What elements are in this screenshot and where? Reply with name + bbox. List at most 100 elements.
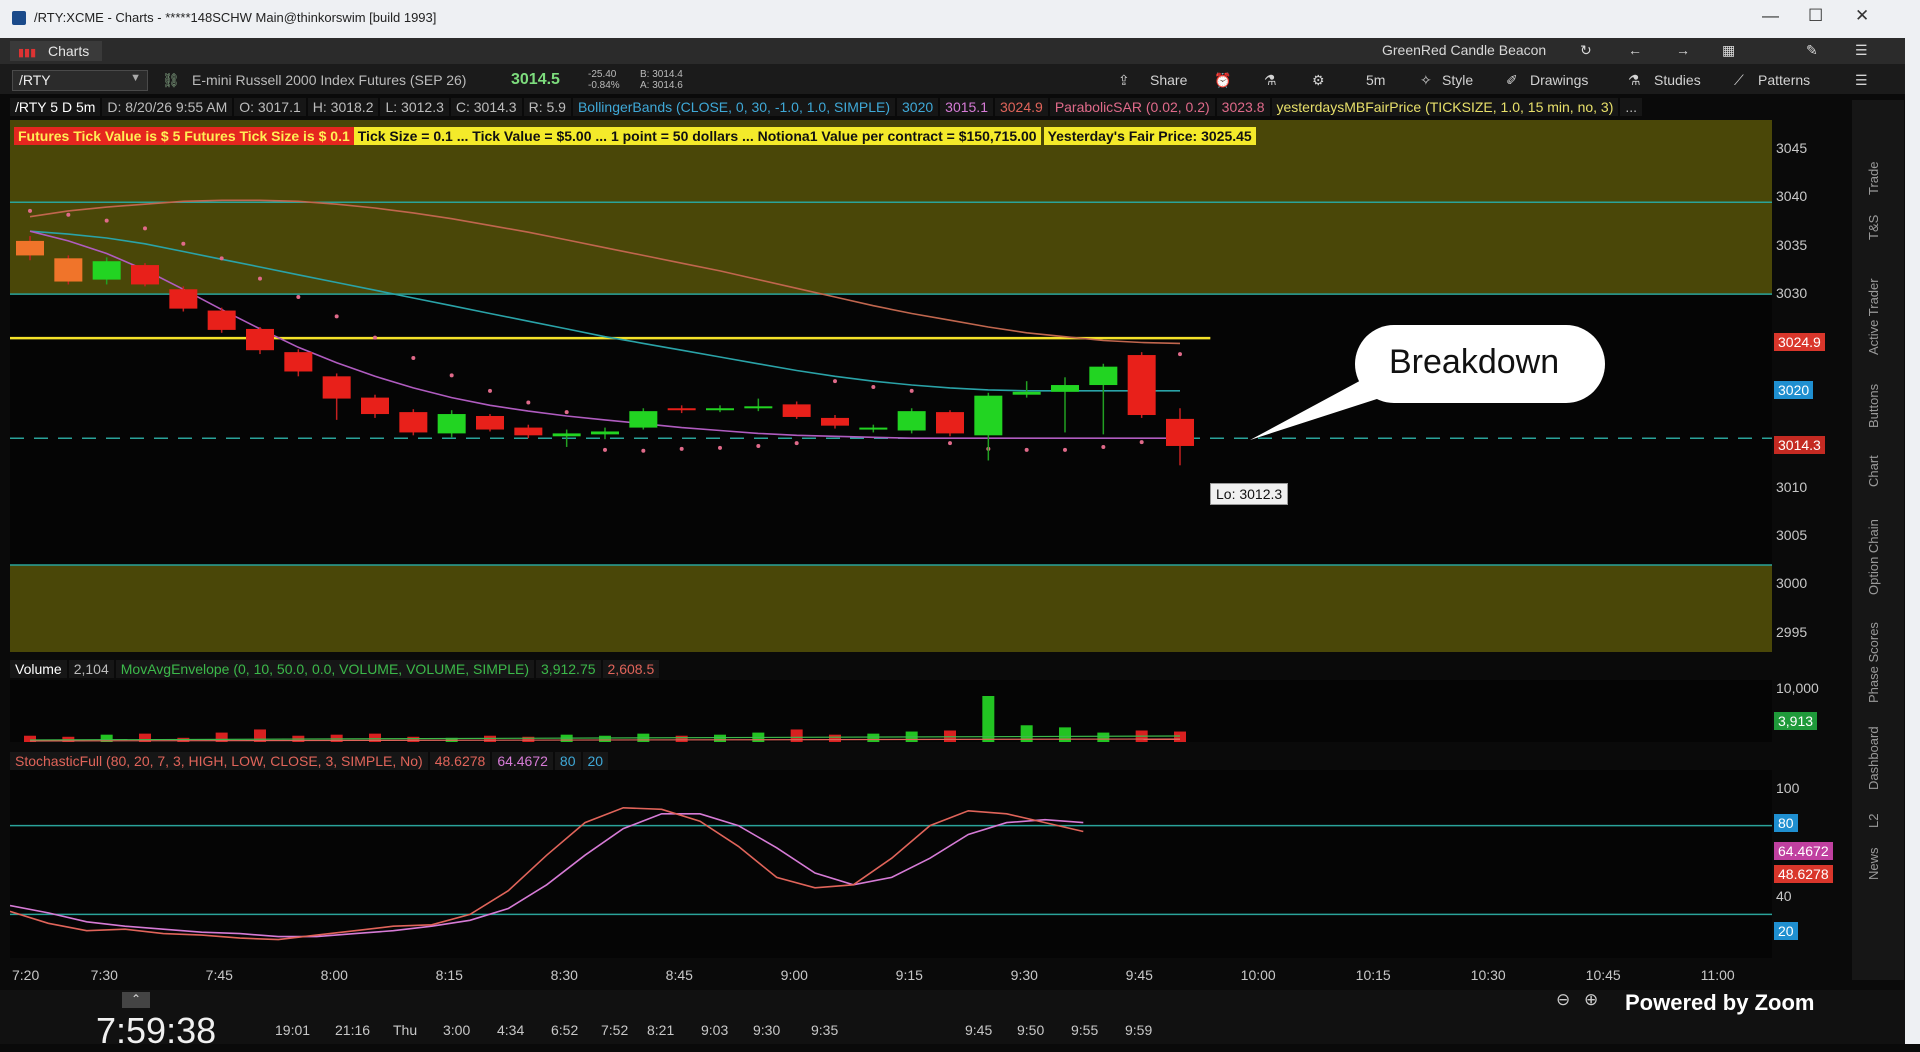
- candle-body: [54, 258, 83, 282]
- minimize-icon[interactable]: —: [1762, 6, 1779, 26]
- time-axis-label: 9:15: [895, 967, 923, 983]
- time-axis-label: 8:00: [320, 967, 348, 983]
- side-tab[interactable]: Option Chain: [1866, 519, 1881, 595]
- side-tab[interactable]: Active Trader: [1866, 278, 1881, 355]
- share-icon[interactable]: ⇪: [1118, 72, 1130, 89]
- timeline-label: 9:30: [753, 1022, 781, 1038]
- stoch-axis-label: 100: [1776, 780, 1800, 796]
- zoom-out-icon[interactable]: ⊖: [1556, 990, 1570, 1010]
- instrument-description: E-mini Russell 2000 Index Futures (SEP 2…: [192, 72, 467, 88]
- candle-body: [936, 412, 964, 434]
- stochastic-chart[interactable]: [10, 770, 1772, 958]
- beacon-label[interactable]: GreenRed Candle Beacon: [1382, 42, 1546, 58]
- time-axis: 7:20 7:30 7:45 8:00 8:15 8:30 8:45 9:00 9:15 9:30…: [10, 960, 1772, 988]
- header-cell: H: 3018.2: [307, 98, 379, 116]
- zoom-in-icon[interactable]: ⊕: [1584, 990, 1598, 1010]
- net-change: -25.40: [588, 69, 617, 80]
- time-axis-label: 7:30: [90, 967, 118, 983]
- candle-body: [706, 408, 734, 411]
- menu-icon[interactable]: ☰: [1855, 42, 1868, 59]
- style-icon[interactable]: ✧: [1420, 72, 1432, 89]
- side-tab[interactable]: T&S: [1866, 215, 1881, 240]
- candle-body: [246, 328, 274, 351]
- maximize-icon[interactable]: ☐: [1808, 6, 1823, 26]
- side-tab[interactable]: Trade: [1866, 162, 1881, 195]
- close-icon[interactable]: ✕: [1855, 6, 1869, 26]
- time-axis-label: 7:20: [12, 967, 40, 983]
- header-cell: R: 5.9: [523, 98, 571, 116]
- charts-tab[interactable]: ▮▮▮ Charts: [10, 41, 102, 61]
- flask-icon[interactable]: ⚗: [1264, 72, 1277, 89]
- sar-point: [373, 335, 377, 340]
- stoch-badge: 48.6278: [1774, 865, 1833, 883]
- candle-body: [1051, 385, 1079, 392]
- studies-button[interactable]: Studies: [1654, 72, 1701, 88]
- side-tab[interactable]: Buttons: [1866, 384, 1881, 428]
- stoch-badge: 80: [1774, 814, 1798, 832]
- candle-body: [131, 265, 159, 285]
- refresh-icon[interactable]: ↻: [1580, 42, 1592, 59]
- side-tab[interactable]: Chart: [1866, 455, 1881, 487]
- header-cell: ParabolicSAR (0.02, 0.2): [1049, 98, 1215, 116]
- candle-body: [514, 427, 543, 436]
- symbol-input[interactable]: /RTY ▼: [12, 70, 148, 91]
- share-button[interactable]: Share: [1150, 72, 1187, 88]
- time-axis-label: 9:45: [1125, 967, 1153, 983]
- alert-icon[interactable]: ⏰: [1214, 72, 1231, 89]
- header-cell: 3023.8: [1216, 98, 1270, 116]
- drawings-icon[interactable]: ✐: [1506, 72, 1518, 89]
- back-arrow-icon[interactable]: ←: [1628, 42, 1642, 58]
- side-tab[interactable]: L2: [1866, 814, 1881, 828]
- lower-zone: [10, 564, 1772, 652]
- sar-point: [1178, 352, 1182, 357]
- list-icon[interactable]: ☰: [1855, 72, 1868, 89]
- patterns-button[interactable]: Patterns: [1758, 72, 1810, 88]
- side-tab[interactable]: News: [1866, 847, 1881, 880]
- stochastic-header: StochasticFull (80, 20, 7, 3, HIGH, LOW,…: [10, 752, 610, 770]
- stoch-overbought-value: 80: [554, 752, 581, 770]
- time-axis-label: 9:30: [1010, 967, 1038, 983]
- timeframe-button[interactable]: 5m: [1366, 72, 1385, 88]
- price-axis-label: 3040: [1776, 188, 1808, 205]
- candle-body: [974, 395, 1003, 436]
- patterns-icon[interactable]: ⟋: [1734, 72, 1744, 89]
- candle-body: [782, 404, 811, 417]
- gear-icon[interactable]: ⚙: [1312, 72, 1325, 89]
- style-button[interactable]: Style: [1442, 72, 1473, 88]
- drawings-button[interactable]: Drawings: [1530, 72, 1588, 88]
- time-axis-label: 10:30: [1470, 967, 1506, 983]
- chart-bars-icon: ▮▮▮: [18, 47, 37, 59]
- stoch-oversold-value: 20: [582, 752, 609, 770]
- header-cell: ...: [1620, 98, 1643, 116]
- header-cell: C: 3014.3: [450, 98, 522, 116]
- envelope-study-label: MovAvgEnvelope (0, 10, 50.0, 0.0, VOLUME…: [115, 660, 535, 678]
- volume-chart[interactable]: [10, 680, 1772, 742]
- forward-arrow-icon[interactable]: →: [1676, 42, 1690, 58]
- price-axis-label: 3000: [1776, 575, 1808, 592]
- candle-body: [16, 240, 44, 256]
- price-axis[interactable]: 3045 3040 3035 3030 3010 3005 3000 2995 3024.9 30…: [1772, 120, 1850, 960]
- side-tab[interactable]: Dashboard: [1866, 726, 1881, 790]
- candle-body: [1166, 418, 1194, 446]
- candle-body: [859, 427, 888, 430]
- envelope-upper-value: 3,912.75: [536, 660, 601, 678]
- sar-point: [603, 447, 607, 452]
- sar-point: [449, 373, 454, 378]
- volume-bar: [829, 734, 841, 742]
- volume-bar: [714, 734, 726, 742]
- link-icon[interactable]: ⛓: [162, 72, 180, 89]
- sar-point: [909, 388, 914, 393]
- time-axis-label: 10:45: [1585, 967, 1621, 983]
- sar-point: [488, 388, 492, 393]
- timeline-label: 9:50: [1017, 1022, 1045, 1038]
- sar-point: [1024, 447, 1029, 452]
- symbol-value: /RTY: [19, 72, 51, 88]
- timeline-label: 3:00: [443, 1022, 471, 1038]
- pin-icon[interactable]: ✎: [1806, 42, 1818, 59]
- studies-icon[interactable]: ⚗: [1628, 72, 1641, 89]
- expand-up-icon[interactable]: ⌃: [122, 992, 150, 1008]
- study-header-row: /RTY 5 D 5m D: 8/20/26 9:55 AM O: 3017.1 H:…: [10, 98, 1780, 120]
- grid-layout-icon[interactable]: ▦: [1722, 42, 1735, 59]
- side-tab[interactable]: Phase Scores: [1866, 622, 1881, 703]
- volume-axis-label: 10,000: [1776, 680, 1819, 696]
